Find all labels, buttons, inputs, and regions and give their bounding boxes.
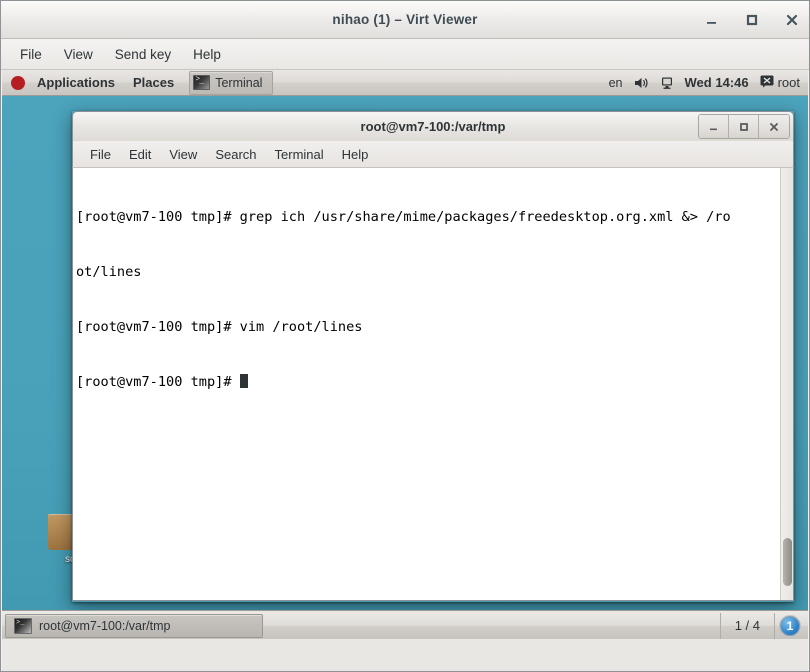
terminal-menu-view[interactable]: View [160,144,206,165]
terminal-prompt: [root@vm7-100 tmp]# [76,374,240,391]
host-menu-view[interactable]: View [55,44,102,65]
workspace-badge[interactable]: 1 [779,614,801,637]
host-menu-sendkey[interactable]: Send key [106,44,180,65]
workspace-pager-label[interactable]: 1 / 4 [725,618,770,633]
places-menu[interactable]: Places [124,70,183,96]
guest-bottom-panel: root@vm7-100:/var/tmp 1 / 4 1 [2,610,808,640]
workspace-switcher: 1 / 4 1 [716,611,805,641]
guest-panel-left: Applications Places Terminal [2,70,274,96]
taskbar-item-terminal[interactable]: root@vm7-100:/var/tmp [5,613,263,638]
virt-viewer-window: nihao (1) – Virt Viewer File View Send k… [0,0,810,672]
terminal-window-controls [698,114,790,139]
maximize-icon[interactable] [743,11,761,29]
host-menu-help[interactable]: Help [184,44,230,65]
guest-panel-tray: en Wed 14:46 root [609,70,808,96]
user-menu[interactable]: root [760,75,800,91]
terminal-close-icon[interactable] [759,115,789,138]
terminal-prompt-line: [root@vm7-100 tmp]# [76,373,780,391]
panel-separator [774,612,775,639]
terminal-output[interactable]: [root@vm7-100 tmp]# grep ich /usr/share/… [73,168,780,600]
volume-icon[interactable] [634,76,649,90]
fedora-logo-icon [10,75,26,91]
host-window-bottom-strip [2,639,808,671]
applications-menu[interactable]: Applications [28,70,124,96]
host-menubar: File View Send key Help [1,39,809,70]
terminal-menu-file[interactable]: File [81,144,120,165]
terminal-body[interactable]: [root@vm7-100 tmp]# grep ich /usr/share/… [72,168,794,601]
terminal-menu-terminal[interactable]: Terminal [266,144,333,165]
terminal-line: [root@vm7-100 tmp]# vim /root/lines [76,319,363,336]
host-menu-file[interactable]: File [11,44,51,65]
host-window-controls [703,1,801,39]
terminal-line: ot/lines [76,264,142,281]
vertical-scrollbar[interactable] [780,168,793,600]
close-icon[interactable] [783,11,801,29]
terminal-minimize-icon[interactable] [699,115,729,138]
user-status-icon [760,75,774,91]
terminal-menu-search[interactable]: Search [206,144,265,165]
taskbar-item-label: root@vm7-100:/var/tmp [39,618,171,633]
terminal-menu-help[interactable]: Help [333,144,378,165]
terminal-icon [193,75,211,90]
panel-window-button-terminal[interactable]: Terminal [189,70,274,95]
terminal-icon [14,617,32,634]
scrollbar-thumb[interactable] [783,538,792,586]
guest-top-panel: Applications Places Terminal en [2,70,808,96]
host-window-title: nihao (1) – Virt Viewer [332,12,478,27]
user-label: root [777,75,800,90]
display-icon[interactable] [660,76,674,90]
terminal-line: [root@vm7-100 tmp]# grep ich /usr/share/… [76,208,731,225]
block-cursor [239,374,248,389]
terminal-window: root@vm7-100:/var/tmp File Edit View Sea… [72,111,794,602]
keyboard-layout-indicator[interactable]: en [609,76,623,90]
terminal-maximize-icon[interactable] [729,115,759,138]
minimize-icon[interactable] [703,11,721,29]
host-titlebar: nihao (1) – Virt Viewer [1,1,809,39]
terminal-menubar: File Edit View Search Terminal Help [72,141,794,168]
panel-window-button-label: Terminal [215,75,263,90]
panel-separator [719,612,721,639]
terminal-titlebar[interactable]: root@vm7-100:/var/tmp [72,111,794,141]
guest-display: Applications Places Terminal en [2,70,808,640]
terminal-window-title: root@vm7-100:/var/tmp [360,119,506,134]
clock[interactable]: Wed 14:46 [685,75,749,90]
terminal-menu-edit[interactable]: Edit [120,144,160,165]
